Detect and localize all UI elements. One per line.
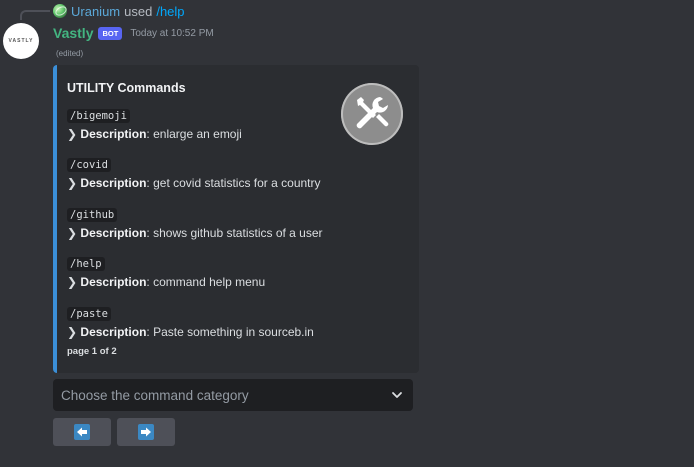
command-name: /paste [67, 307, 111, 321]
description-label: Description [80, 226, 147, 240]
reply-connector [20, 10, 50, 20]
description-text: command help menu [153, 275, 266, 289]
command-category-select[interactable]: Choose the command category [53, 379, 413, 411]
bot-tag: BOT [98, 26, 123, 40]
select-placeholder: Choose the command category [61, 387, 249, 403]
chevron-right-icon: ❯ [67, 127, 78, 141]
chevron-right-icon: ❯ [67, 275, 78, 289]
chevron-right-icon: ❯ [67, 226, 78, 240]
description-label: Description [80, 127, 147, 141]
command-name: /bigemoji [67, 109, 130, 123]
command-description: ❯ Description: enlarge an emoji [67, 127, 242, 141]
arrow-right-icon [138, 424, 154, 440]
description-text: get covid statistics for a country [153, 176, 321, 190]
chevron-right-icon: ❯ [67, 176, 78, 190]
command-description: ❯ Description: shows github statistics o… [67, 226, 323, 240]
description-text: shows github statistics of a user [153, 226, 323, 240]
next-page-button[interactable] [117, 418, 175, 446]
command-name: /covid [67, 158, 111, 172]
embed-footer: page 1 of 2 [67, 346, 117, 357]
tools-icon[interactable] [341, 83, 403, 145]
command-field-0: /bigemoji ❯ Description: enlarge an emoj… [67, 106, 242, 141]
reply-command[interactable]: /help [156, 4, 184, 19]
avatar-logo-text: VASTLY [8, 38, 34, 44]
description-label: Description [80, 325, 147, 339]
reply-verb: used [124, 3, 153, 19]
description-label: Description [80, 176, 147, 190]
message-header: Vastly BOT Today at 10:52 PM [53, 24, 214, 42]
chat-viewport: Uranium used /help VASTLY Vastly BOT Tod… [0, 0, 694, 467]
description-text: enlarge an emoji [153, 127, 242, 141]
command-field-3: /help ❯ Description: command help menu [67, 254, 265, 289]
previous-page-button[interactable] [53, 418, 111, 446]
author-name[interactable]: Vastly [53, 25, 93, 41]
tools-icon-svg [356, 97, 389, 129]
command-field-2: /github ❯ Description: shows github stat… [67, 205, 323, 240]
arrow-left-icon [74, 424, 90, 440]
command-description: ❯ Description: get covid statistics for … [67, 176, 321, 190]
command-description: ❯ Description: command help menu [67, 275, 266, 289]
description-label: Description [80, 275, 147, 289]
reply-reference[interactable]: Uranium used /help [53, 3, 185, 19]
chevron-right-icon: ❯ [67, 325, 78, 339]
reply-username[interactable]: Uranium [71, 4, 120, 19]
command-name: /help [67, 257, 105, 271]
edited-label: (edited) [56, 49, 84, 58]
command-field-4: /paste ❯ Description: Paste something in… [67, 304, 314, 339]
description-text: Paste something in sourceb.in [153, 325, 314, 339]
command-field-1: /covid ❯ Description: get covid statisti… [67, 155, 321, 190]
command-description: ❯ Description: Paste something in source… [67, 325, 314, 339]
embed-title: UTILITY Commands [67, 81, 186, 95]
chevron-down-icon [392, 392, 402, 398]
help-embed: UTILITY Commands /bigemoji ❯ Description… [53, 65, 419, 373]
reply-user-avatar[interactable] [53, 4, 67, 18]
command-name: /github [67, 208, 118, 222]
author-avatar[interactable]: VASTLY [3, 23, 39, 59]
message-timestamp[interactable]: Today at 10:52 PM [130, 28, 213, 39]
